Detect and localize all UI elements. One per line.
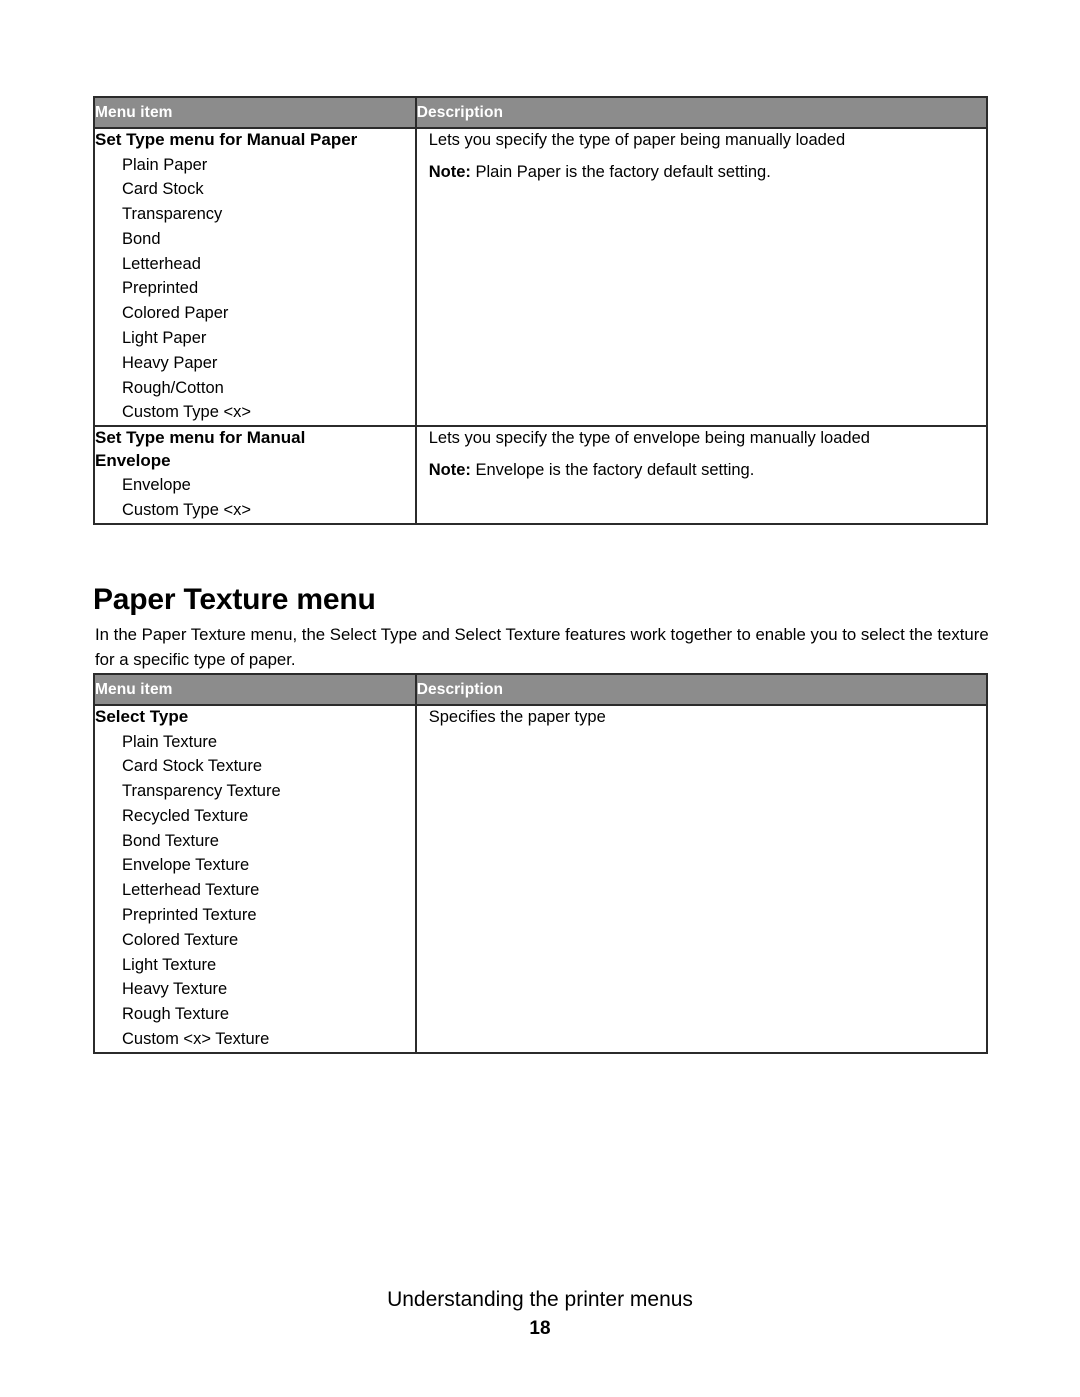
note-label: Note:	[428, 163, 471, 181]
section-intro-paragraph: In the Paper Texture menu, the Select Ty…	[95, 624, 989, 669]
column-header-menu-item: Menu item	[94, 97, 417, 129]
description-cell: Lets you specify the type of envelope be…	[415, 425, 987, 524]
list-item: Envelope Texture	[122, 856, 250, 875]
table-row: Set Type menu for Manual Envelope Envelo…	[94, 425, 987, 524]
list-item: Rough/Cotton	[122, 378, 224, 397]
menu-option-list: Plain Texture Card Stock Texture Transpa…	[95, 730, 415, 1052]
list-item: Custom Type <x>	[122, 501, 252, 520]
column-header-description: Description	[415, 97, 987, 129]
list-item: Plain Texture	[122, 732, 218, 751]
description-text: Lets you specify the type of paper being…	[428, 131, 846, 149]
list-item: Preprinted Texture	[122, 906, 257, 925]
list-item: Preprinted	[122, 279, 199, 298]
table-row: Select Type Plain Texture Card Stock Tex…	[94, 705, 987, 1053]
page-number: 18	[529, 1318, 551, 1339]
list-item: Letterhead Texture	[122, 881, 260, 900]
page-title: Paper Texture menu	[93, 583, 376, 617]
list-item: Bond Texture	[122, 831, 219, 850]
description-cell: Lets you specify the type of paper being…	[416, 128, 987, 426]
menu-option-list: Envelope Custom Type <x>	[95, 473, 415, 523]
menu-item-cell: Set Type menu for Manual Envelope Envelo…	[94, 425, 417, 524]
list-item: Rough Texture	[122, 1005, 230, 1024]
menu-item-title: Set Type menu for Manual Envelope	[95, 428, 306, 470]
menu-option-list: Plain Paper Card Stock Transparency Bond…	[95, 153, 415, 426]
note-text: Plain Paper is the factory default setti…	[475, 163, 771, 181]
list-item: Letterhead	[122, 254, 201, 273]
document-page: Menu item Description Set Type menu for …	[0, 0, 1080, 1397]
list-item: Bond	[122, 229, 161, 248]
column-header-description: Description	[415, 674, 987, 706]
footer-section-title: Understanding the printer menus	[387, 1288, 693, 1311]
list-item: Light Paper	[122, 329, 207, 348]
description-text: Lets you specify the type of envelope be…	[428, 429, 870, 448]
description-note: Note: Envelope is the factory default se…	[429, 459, 986, 481]
list-item: Heavy Texture	[122, 980, 228, 999]
list-item: Transparency Texture	[122, 782, 281, 801]
note-label: Note:	[428, 461, 471, 480]
list-item: Card Stock	[122, 180, 204, 199]
menu-item-title: Set Type menu for Manual Paper	[95, 130, 358, 149]
menu-item-title: Select Type	[95, 707, 189, 726]
paper-texture-table: Menu item Description Select Type Plain …	[93, 673, 988, 1054]
list-item: Custom <x> Texture	[122, 1030, 270, 1049]
list-item: Light Texture	[122, 955, 217, 974]
note-text: Envelope is the factory default setting.	[475, 461, 755, 480]
set-type-menu-table: Menu item Description Set Type menu for …	[93, 96, 988, 525]
page-footer: Understanding the printer menus 18	[0, 1286, 1080, 1342]
list-item: Recycled Texture	[122, 806, 249, 825]
table-header-row: Menu item Description	[94, 674, 987, 706]
menu-item-cell: Select Type Plain Texture Card Stock Tex…	[94, 705, 417, 1053]
table-row: Set Type menu for Manual Paper Plain Pap…	[94, 128, 987, 427]
column-header-menu-item: Menu item	[94, 674, 417, 706]
menu-item-cell: Set Type menu for Manual Paper Plain Pap…	[94, 128, 417, 427]
list-item: Colored Paper	[122, 304, 229, 323]
description-note: Note: Plain Paper is the factory default…	[429, 161, 986, 183]
list-item: Colored Texture	[122, 930, 239, 949]
list-item: Plain Paper	[122, 155, 208, 174]
list-item: Custom Type <x>	[122, 403, 252, 422]
list-item: Heavy Paper	[122, 353, 218, 372]
description-cell: Specifies the paper type	[416, 705, 987, 1053]
list-item: Envelope	[122, 476, 191, 495]
list-item: Transparency	[122, 205, 223, 224]
list-item: Card Stock Texture	[122, 757, 263, 776]
description-text: Specifies the paper type	[428, 708, 606, 726]
table-header-row: Menu item Description	[94, 97, 987, 129]
